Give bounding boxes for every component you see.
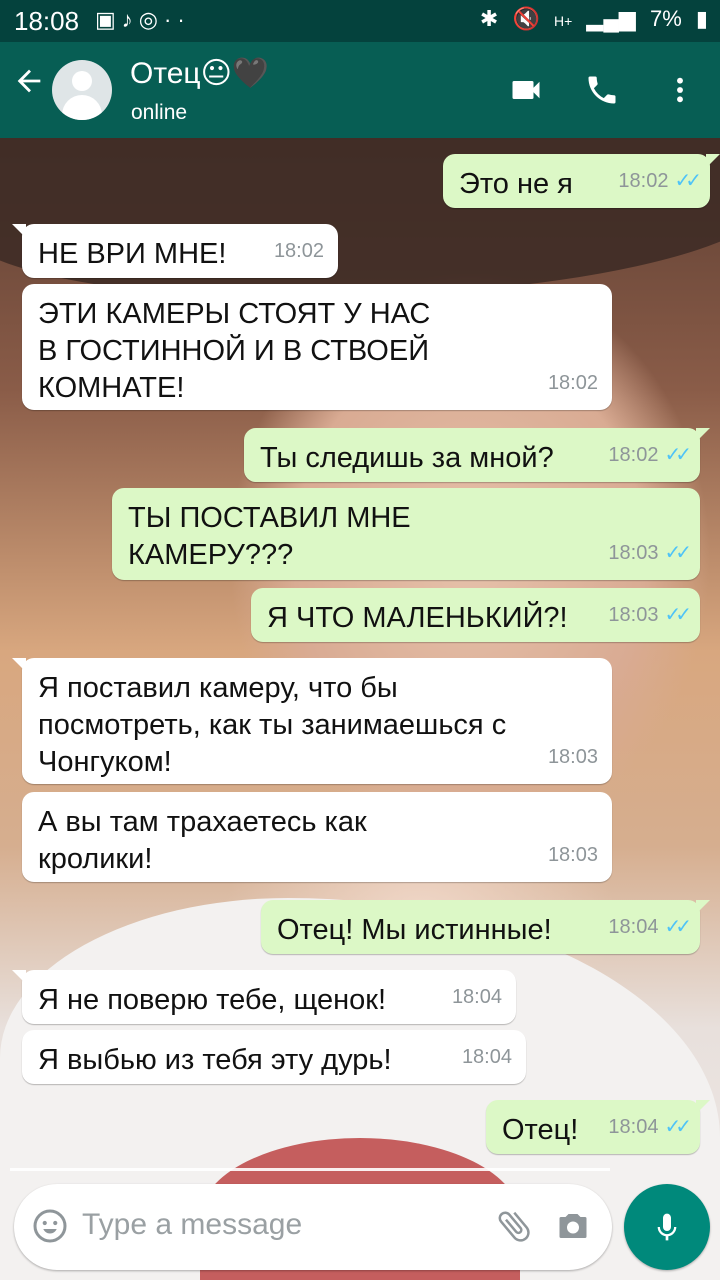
video-call-icon[interactable]: [508, 72, 544, 113]
voice-call-icon[interactable]: [584, 72, 620, 113]
battery-text: 7%: [649, 6, 682, 31]
message-time: 18:02: [618, 170, 669, 192]
message-text: ТЫ ПОСТАВИЛ МНЕ КАМЕРУ???: [128, 502, 411, 571]
status-right: ✱ 🔇 H+ ▂▄▆ 7% ▮: [472, 6, 708, 32]
message-time: 18:04: [608, 1116, 659, 1138]
message-text: Я выбью из тебя эту дурь!: [38, 1044, 392, 1076]
message-input[interactable]: Type a message: [82, 1208, 302, 1242]
bluetooth-icon: ✱: [479, 6, 499, 31]
contact-status: online: [131, 101, 188, 124]
message-text: Ты следишь за мной?: [260, 442, 554, 474]
more-options-icon[interactable]: [664, 72, 696, 113]
read-ticks-icon: ✓✓: [664, 542, 691, 564]
message-meta: 18:03: [548, 837, 598, 874]
read-ticks-icon: ✓✓: [664, 444, 691, 466]
message-text: Отец! Мы истинные!: [277, 914, 552, 946]
message-meta: 18:02: [274, 233, 324, 270]
message-text: Я ЧТО МАЛЕНЬКИЙ?!: [267, 602, 568, 634]
more-dots-icon: ··: [164, 7, 191, 32]
contact-name[interactable]: Отец😐🖤: [130, 56, 269, 91]
message-meta: 18:03: [548, 739, 598, 776]
music-icon: ♪: [121, 7, 139, 32]
message-time: 18:04: [451, 986, 502, 1008]
message-text: Отец!: [502, 1114, 579, 1146]
message-bubble-incoming[interactable]: Я не поверю тебе, щенок! 18:04: [12, 970, 516, 1024]
message-bubble-incoming[interactable]: Я поставил камеру, что бы посмотреть, ка…: [12, 658, 612, 784]
message-text: Это не я: [459, 168, 573, 200]
message-bubble-outgoing[interactable]: ТЫ ПОСТАВИЛ МНЕ КАМЕРУ??? 18:03 ✓✓: [112, 488, 700, 580]
message-meta: 18:03 ✓✓: [608, 597, 691, 634]
network-label: H+: [553, 13, 573, 29]
mic-button[interactable]: [624, 1184, 710, 1270]
signal-icon: ▂▄▆: [586, 6, 636, 31]
mic-icon: [657, 1213, 677, 1241]
message-time: 18:04: [461, 1046, 512, 1068]
battery-icon: ▮: [695, 6, 708, 31]
chat-area[interactable]: Это не я 18:02 ✓✓ НЕ ВРИ МНЕ! 18:02 ЭТИ К…: [0, 138, 720, 1280]
read-ticks-icon: ✓✓: [664, 604, 691, 626]
message-meta: 18:04: [462, 1039, 512, 1076]
status-bar: 18:08 ▣♪◎·· ✱ 🔇 H+ ▂▄▆ 7% ▮: [0, 0, 720, 42]
message-bubble-outgoing[interactable]: Ты следишь за мной? 18:02 ✓✓: [244, 428, 710, 482]
divider: [10, 1168, 610, 1171]
read-ticks-icon: ✓✓: [664, 1116, 691, 1138]
message-bubble-incoming[interactable]: Я выбью из тебя эту дурь! 18:04: [22, 1030, 526, 1084]
camera-icon[interactable]: [554, 1208, 592, 1249]
message-text: НЕ ВРИ МНЕ!: [38, 238, 227, 270]
message-bubble-outgoing[interactable]: Это не я 18:02 ✓✓: [443, 154, 720, 208]
message-bubble-incoming[interactable]: А вы там трахаетесь как кролики! 18:03: [22, 792, 612, 882]
message-bubble-outgoing[interactable]: Я ЧТО МАЛЕНЬКИЙ?! 18:03 ✓✓: [251, 588, 700, 642]
message-time: 18:02: [273, 240, 324, 262]
emoji-icon[interactable]: [32, 1208, 68, 1249]
message-text: А вы там трахаетесь как кролики!: [38, 806, 367, 875]
message-time: 18:02: [547, 372, 598, 394]
message-bubble-outgoing[interactable]: Отец! 18:04 ✓✓: [486, 1100, 710, 1154]
mute-icon: 🔇: [512, 6, 540, 31]
message-bubble-outgoing[interactable]: Отец! Мы истинные! 18:04 ✓✓: [261, 900, 710, 954]
image-icon: ▣: [95, 7, 122, 32]
message-text: Я поставил камеру, что бы посмотреть, ка…: [38, 672, 507, 778]
back-arrow-icon[interactable]: [12, 64, 46, 105]
message-time: 18:03: [547, 746, 598, 768]
notification-icons: ▣♪◎··: [95, 7, 191, 33]
message-meta: 18:02 ✓✓: [618, 163, 701, 200]
message-meta: 18:02 ✓✓: [608, 437, 691, 474]
message-bubble-incoming[interactable]: ЭТИ КАМЕРЫ СТОЯТ У НАС В ГОСТИННОЙ И В С…: [22, 284, 612, 410]
message-text: ЭТИ КАМЕРЫ СТОЯТ У НАС В ГОСТИННОЙ И В С…: [38, 298, 431, 404]
status-time: 18:08: [14, 6, 80, 36]
read-ticks-icon: ✓✓: [664, 916, 691, 938]
message-time: 18:02: [608, 444, 659, 466]
read-ticks-icon: ✓✓: [674, 170, 701, 192]
attach-icon[interactable]: [494, 1206, 534, 1251]
message-meta: 18:03 ✓✓: [608, 535, 691, 572]
chat-header: Отец😐🖤 online: [0, 42, 720, 138]
message-meta: 18:02: [548, 365, 598, 402]
message-text: Я не поверю тебе, щенок!: [38, 984, 387, 1016]
message-meta: 18:04 ✓✓: [608, 1109, 691, 1146]
avatar[interactable]: [52, 60, 112, 120]
message-time: 18:03: [608, 604, 659, 626]
whatsapp-icon: ◎: [138, 7, 164, 32]
message-meta: 18:04: [452, 979, 502, 1016]
message-meta: 18:04 ✓✓: [608, 909, 691, 946]
message-composer: Type a message: [14, 1184, 612, 1270]
message-time: 18:03: [547, 844, 598, 866]
message-time: 18:04: [608, 916, 659, 938]
message-time: 18:03: [608, 542, 659, 564]
message-bubble-incoming[interactable]: НЕ ВРИ МНЕ! 18:02: [12, 224, 338, 278]
